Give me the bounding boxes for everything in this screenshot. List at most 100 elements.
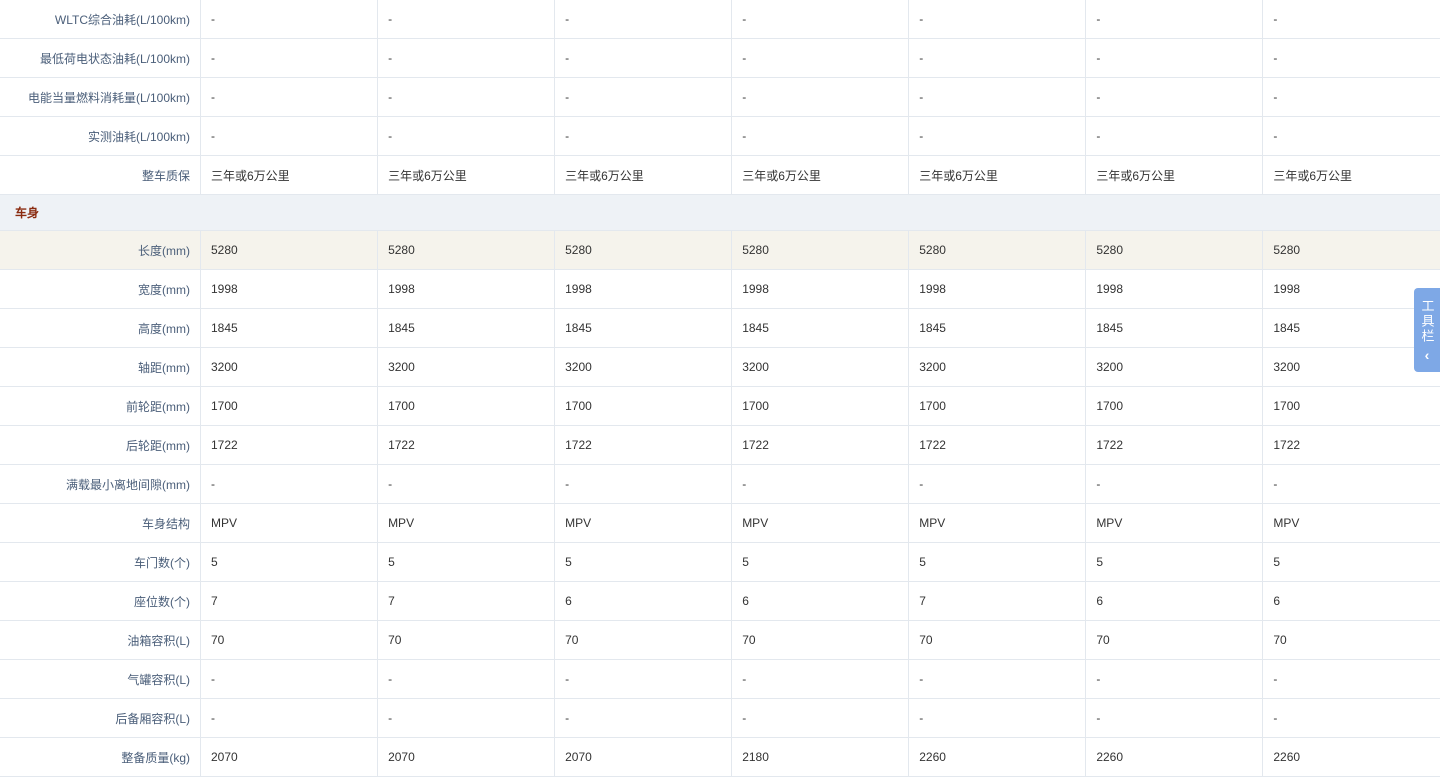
spec-row: 前轮距(mm) 1700 1700 1700 1700 1700 1700 1700: [0, 386, 1440, 426]
spec-value: 5280: [908, 230, 1087, 270]
spec-value: -: [377, 77, 556, 117]
spec-value: 1722: [554, 425, 733, 465]
spec-value: 1722: [908, 425, 1087, 465]
spec-value: -: [908, 659, 1087, 699]
spec-value: 2260: [908, 737, 1087, 777]
spec-value: -: [908, 464, 1087, 504]
spec-value: 2070: [200, 737, 379, 777]
spec-row: 车门数(个) 5 5 5 5 5 5 5: [0, 542, 1440, 582]
spec-value: -: [908, 698, 1087, 738]
spec-value: 1700: [1085, 386, 1264, 426]
spec-value: 3200: [200, 347, 379, 387]
spec-row: 车身结构 MPV MPV MPV MPV MPV MPV MPV: [0, 503, 1440, 543]
spec-row: 满载最小离地间隙(mm) - - - - - - -: [0, 464, 1440, 504]
spec-row: 整车质保 三年或6万公里 三年或6万公里 三年或6万公里 三年或6万公里 三年或6万公里三…: [0, 155, 1440, 195]
spec-label: 座位数(个): [0, 581, 201, 621]
spec-value: 1998: [200, 269, 379, 309]
spec-value: 5280: [200, 230, 379, 270]
spec-value: 1700: [731, 386, 910, 426]
spec-value: MPV: [1085, 503, 1264, 543]
spec-value: 5: [1262, 542, 1440, 582]
spec-value: 5: [377, 542, 556, 582]
spec-label: 油箱容积(L): [0, 620, 201, 660]
spec-value: -: [554, 116, 733, 156]
spec-value: 2260: [1085, 737, 1264, 777]
spec-value: -: [1262, 0, 1440, 39]
spec-value: 2260: [1262, 737, 1440, 777]
spec-value: 6: [1262, 581, 1440, 621]
spec-value: 5: [200, 542, 379, 582]
spec-value: 1722: [731, 425, 910, 465]
spec-value: 7: [200, 581, 379, 621]
spec-label: 气罐容积(L): [0, 659, 201, 699]
spec-value: -: [1085, 116, 1264, 156]
spec-value: 1722: [377, 425, 556, 465]
spec-value: 6: [1085, 581, 1264, 621]
spec-value: -: [1262, 116, 1440, 156]
spec-value: 5280: [731, 230, 910, 270]
spec-label: 前轮距(mm): [0, 386, 201, 426]
spec-row: 后轮距(mm) 1722 1722 1722 1722 1722 1722 1722: [0, 425, 1440, 465]
spec-value: 70: [377, 620, 556, 660]
spec-value: -: [731, 464, 910, 504]
spec-value: 70: [554, 620, 733, 660]
spec-value: -: [1262, 464, 1440, 504]
spec-value: 2070: [554, 737, 733, 777]
spec-value: 1722: [1085, 425, 1264, 465]
spec-value: 三年或6万公里: [200, 155, 379, 195]
spec-value: 70: [1085, 620, 1264, 660]
spec-row: 高度(mm) 1845 1845 1845 1845 1845 1845 1845: [0, 308, 1440, 348]
spec-value: 5: [554, 542, 733, 582]
spec-value: 1845: [377, 308, 556, 348]
spec-value: -: [731, 659, 910, 699]
spec-value: -: [377, 0, 556, 39]
spec-value: 1722: [200, 425, 379, 465]
spec-value: 1998: [377, 269, 556, 309]
spec-value: 2070: [377, 737, 556, 777]
spec-value: 3200: [908, 347, 1087, 387]
spec-label: 长度(mm): [0, 230, 201, 270]
spec-value: MPV: [731, 503, 910, 543]
spec-value: 1700: [377, 386, 556, 426]
spec-label: 轴距(mm): [0, 347, 201, 387]
spec-value: 5280: [1262, 230, 1440, 270]
spec-value: 1700: [200, 386, 379, 426]
spec-value: -: [200, 464, 379, 504]
spec-row: 座位数(个) 7 7 6 6 7 6 6: [0, 581, 1440, 621]
spec-row: 油箱容积(L) 70 70 70 70 70 70 70: [0, 620, 1440, 660]
spec-value: 1845: [200, 308, 379, 348]
spec-row: 轴距(mm) 3200 3200 3200 3200 3200 3200 3200: [0, 347, 1440, 387]
spec-label: 整车质保: [0, 155, 201, 195]
spec-value: -: [1262, 698, 1440, 738]
spec-value: 1700: [908, 386, 1087, 426]
spec-value: -: [908, 0, 1087, 39]
spec-value: -: [200, 116, 379, 156]
spec-value: 70: [1262, 620, 1440, 660]
chevron-left-icon: ‹: [1424, 346, 1430, 363]
spec-value: -: [1085, 77, 1264, 117]
spec-value: 70: [200, 620, 379, 660]
spec-value: 三年或6万公里: [908, 155, 1087, 195]
spec-value: -: [1085, 38, 1264, 78]
spec-value: 1845: [554, 308, 733, 348]
toolbar-label: 工具栏: [1419, 298, 1435, 344]
spec-value: 1700: [1262, 386, 1440, 426]
spec-value: 1700: [554, 386, 733, 426]
spec-label: 宽度(mm): [0, 269, 201, 309]
spec-value: -: [1085, 464, 1264, 504]
toolbar-tab[interactable]: 工具栏 ‹: [1414, 288, 1440, 372]
spec-value: 5280: [1085, 230, 1264, 270]
spec-label: 整备质量(kg): [0, 737, 201, 777]
spec-value: 1845: [731, 308, 910, 348]
spec-row: 电能当量燃料消耗量(L/100km) - - - - - - -: [0, 77, 1440, 117]
spec-value: 7: [908, 581, 1087, 621]
spec-value: 1722: [1262, 425, 1440, 465]
spec-value: 7: [377, 581, 556, 621]
spec-row: 最低荷电状态油耗(L/100km) - - - - - - -: [0, 38, 1440, 78]
spec-value: 三年或6万公里: [1085, 155, 1264, 195]
spec-value: 1845: [908, 308, 1087, 348]
spec-value: 三年或6万公里: [377, 155, 556, 195]
spec-label: 满载最小离地间隙(mm): [0, 464, 201, 504]
spec-row: 后备厢容积(L) - - - - - - -: [0, 698, 1440, 738]
spec-value: 5280: [554, 230, 733, 270]
